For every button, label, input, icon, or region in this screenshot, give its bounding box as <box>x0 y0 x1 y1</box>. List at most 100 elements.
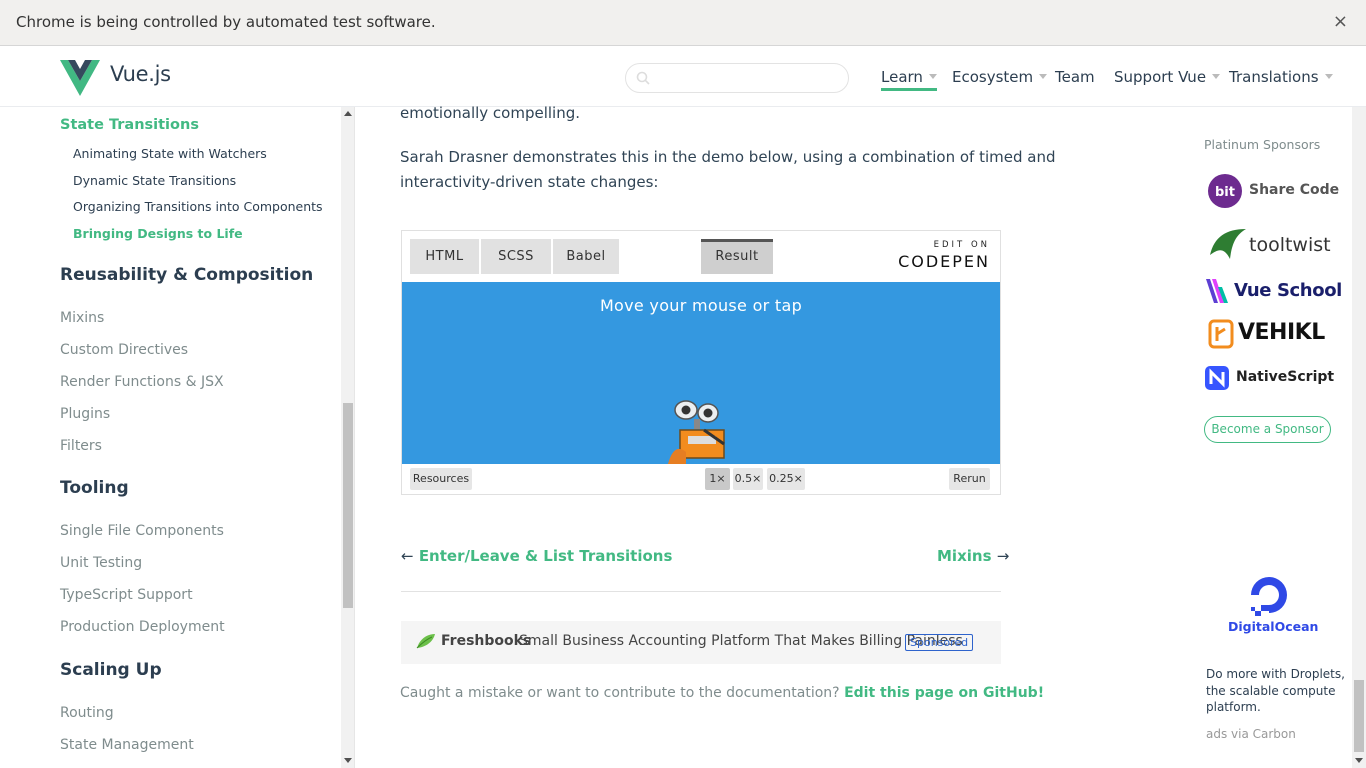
nav-translations[interactable]: Translations <box>1229 68 1333 86</box>
codepen-footer: Resources 1× 0.5× 0.25× Rerun <box>402 464 1000 494</box>
sponsor-vue-school-label: Vue School <box>1234 280 1342 301</box>
page-scrollbar[interactable] <box>1352 107 1366 768</box>
chevron-down-icon <box>1324 74 1333 79</box>
ad-brand: Freshbooks <box>441 633 532 649</box>
ad-description[interactable]: Do more with Droplets, the scalable comp… <box>1206 666 1346 716</box>
sidebar-item[interactable]: State Management <box>60 737 194 753</box>
tab-babel[interactable]: Babel <box>553 239 619 274</box>
vehikl-logo-icon <box>1208 319 1234 349</box>
page-scrollbar-thumb[interactable] <box>1354 680 1364 752</box>
zoom-1x-button[interactable]: 1× <box>705 468 730 490</box>
vue-school-logo-icon <box>1206 279 1228 303</box>
freshbooks-leaf-icon <box>416 634 435 649</box>
sidebar-scrollbar-thumb[interactable] <box>343 403 353 608</box>
sidebar: State Transitions Animating State with W… <box>0 107 355 768</box>
tab-scss[interactable]: SCSS <box>481 239 551 274</box>
nav-team[interactable]: Team <box>1055 68 1095 86</box>
scroll-up-icon[interactable] <box>344 111 352 116</box>
carbon-ad-bar[interactable]: Freshbooks Small Business Accounting Pla… <box>401 621 1001 664</box>
sidebar-group-title: Scaling Up <box>60 660 162 680</box>
sidebar-item[interactable]: Render Functions & JSX <box>60 374 224 390</box>
nav-learn[interactable]: Learn <box>881 68 937 91</box>
sponsor-tooltwist-label: tooltwist <box>1249 234 1331 256</box>
sidebar-subitem[interactable]: Organizing Transitions into Components <box>73 199 323 214</box>
ad-text: Small Business Accounting Platform That … <box>519 633 963 649</box>
nav-support-vue[interactable]: Support Vue <box>1114 68 1221 86</box>
paragraph-line: interactivity-driven state changes: <box>400 173 659 191</box>
resources-button[interactable]: Resources <box>410 468 472 490</box>
tab-html[interactable]: HTML <box>410 239 479 274</box>
sidebar-item[interactable]: Custom Directives <box>60 342 188 358</box>
tab-result[interactable]: Result <box>701 239 773 274</box>
sidebar-item-state-transitions[interactable]: State Transitions <box>60 117 199 133</box>
automation-infobar: Chrome is being controlled by automated … <box>0 0 1366 46</box>
sidebar-subitem[interactable]: Animating State with Watchers <box>73 146 267 161</box>
sidebar-subitem-active[interactable]: Bringing Designs to Life <box>73 226 243 241</box>
sidebar-item[interactable]: Routing <box>60 705 114 721</box>
sidebar-item[interactable]: Unit Testing <box>60 555 142 571</box>
scroll-down-icon[interactable] <box>1355 758 1363 763</box>
edit-on-github-link[interactable]: Edit this page on GitHub! <box>844 685 1044 701</box>
sidebar-item[interactable]: Single File Components <box>60 523 224 539</box>
sidebar-subitem[interactable]: Dynamic State Transitions <box>73 173 236 188</box>
codepen-embed: HTML SCSS Babel Result EDIT ON CODEPEN M… <box>401 230 1001 495</box>
contribute-note: Caught a mistake or want to contribute t… <box>400 685 1044 701</box>
contribute-text: Caught a mistake or want to contribute t… <box>400 685 840 701</box>
digitalocean-ad[interactable]: DigitalOcean <box>1228 573 1318 637</box>
codepen-result-stage[interactable]: Move your mouse or tap <box>402 282 1000 464</box>
sidebar-group-title: Tooling <box>60 478 129 498</box>
arrow-right-icon: → <box>996 547 1010 565</box>
nav-ecosystem-label: Ecosystem <box>952 68 1034 86</box>
sidebar-item[interactable]: TypeScript Support <box>60 587 193 603</box>
search-input[interactable] <box>656 68 841 88</box>
codepen-tabs: HTML SCSS Babel Result EDIT ON CODEPEN <box>402 231 1000 282</box>
ads-via-carbon[interactable]: ads via Carbon <box>1206 727 1296 741</box>
prev-page-link[interactable]: ← Enter/Leave & List Transitions <box>401 547 672 565</box>
next-page-label: Mixins <box>937 547 992 565</box>
prev-page-label: Enter/Leave & List Transitions <box>418 547 673 565</box>
digitalocean-label: DigitalOcean <box>1228 619 1319 634</box>
nav-learn-label: Learn <box>881 68 923 86</box>
sponsors-title: Platinum Sponsors <box>1204 137 1321 152</box>
search-icon <box>636 71 650 85</box>
chevron-down-icon <box>1212 74 1221 79</box>
paragraph-tail: emotionally compelling. <box>400 104 581 122</box>
search-box[interactable] <box>625 63 849 93</box>
brand-name[interactable]: Vue.js <box>110 62 171 86</box>
sidebar-item[interactable]: Plugins <box>60 406 110 422</box>
infobar-message: Chrome is being controlled by automated … <box>16 13 436 31</box>
paragraph-line: Sarah Drasner demonstrates this in the d… <box>400 148 1056 166</box>
svg-text:bit: bit <box>1215 185 1235 200</box>
nav-ecosystem[interactable]: Ecosystem <box>952 68 1048 86</box>
nativescript-logo-icon <box>1205 366 1229 390</box>
sidebar-item[interactable]: Production Deployment <box>60 619 225 635</box>
sponsor-bit-label: Share Code <box>1249 182 1340 198</box>
sponsored-badge: Sponsored <box>905 634 974 651</box>
arrow-left-icon: ← <box>401 547 414 565</box>
bit-logo-icon: bit <box>1208 174 1242 208</box>
nav-translations-label: Translations <box>1229 68 1319 86</box>
chevron-down-icon <box>928 74 937 79</box>
codepen-logo[interactable]: CODEPEN <box>898 252 990 271</box>
rerun-button[interactable]: Rerun <box>949 468 990 490</box>
zoom-05x-button[interactable]: 0.5× <box>733 468 763 490</box>
vue-logo-icon[interactable] <box>60 60 100 96</box>
divider <box>401 591 1001 592</box>
zoom-025x-button[interactable]: 0.25× <box>767 468 805 490</box>
tooltwist-logo-icon <box>1210 229 1246 259</box>
next-page-link[interactable]: Mixins → <box>937 547 1009 565</box>
digitalocean-logo-icon <box>1251 577 1287 616</box>
sponsor-vehikl-label: VEHIKL <box>1238 320 1325 345</box>
edit-on-label[interactable]: EDIT ON <box>934 240 990 250</box>
site-header: Vue.js Learn Ecosystem Team Support Vue … <box>0 46 1366 107</box>
scroll-down-icon[interactable] <box>344 758 352 763</box>
sponsor-nativescript-label: NativeScript <box>1236 369 1335 385</box>
stage-instruction: Move your mouse or tap <box>599 296 803 315</box>
chevron-down-icon <box>1039 74 1048 79</box>
robot-illustration-icon <box>668 400 725 464</box>
become-sponsor-button[interactable]: Become a Sponsor <box>1204 416 1331 443</box>
nav-support-label: Support Vue <box>1114 68 1207 86</box>
close-icon[interactable]: × <box>1333 11 1348 32</box>
sidebar-item[interactable]: Mixins <box>60 310 104 326</box>
sidebar-item[interactable]: Filters <box>60 438 102 454</box>
